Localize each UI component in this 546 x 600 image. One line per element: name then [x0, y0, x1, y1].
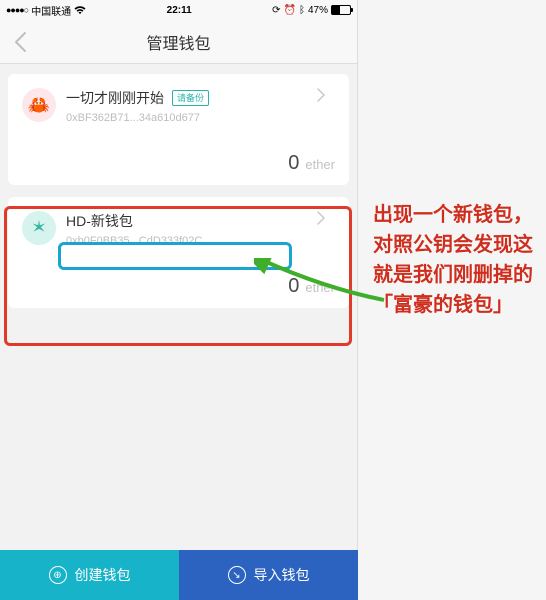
- nav-bar: 管理钱包: [0, 20, 357, 64]
- chevron-right-icon: [317, 88, 335, 102]
- page-title: 管理钱包: [146, 30, 210, 54]
- wallet-address: 0xBF362B71...34a610d677: [66, 112, 307, 124]
- chevron-left-icon: [13, 31, 27, 53]
- wallet-name: 一切才刚刚开始: [66, 88, 164, 108]
- status-bar: ●●●●○ 中国联通 22:11 ⟳ ⏰ ᛒ 47%: [0, 0, 357, 20]
- balance-value: 0: [288, 152, 299, 175]
- annotation-text: 出现一个新钱包，对照公钥会发现这就是我们刚删掉的「富豪的钱包」: [373, 200, 538, 320]
- content-area: 🦀 一切才刚刚开始 请备份 0xBF362B71...34a610d677 0 …: [0, 64, 357, 330]
- wallet-avatar-icon: 🦀: [22, 88, 56, 122]
- chevron-right-icon: [317, 211, 335, 225]
- import-wallet-icon: ↘: [228, 566, 246, 584]
- import-wallet-label: 导入钱包: [254, 565, 310, 585]
- wifi-icon: [74, 6, 86, 15]
- carrier-label: 中国联通: [31, 3, 71, 18]
- wallet-card[interactable]: HD-新钱包 0xb0F0BB35...CdD333f02C 0 ether: [8, 197, 349, 308]
- clock: 22:11: [167, 5, 192, 16]
- balance-unit: ether: [305, 157, 335, 172]
- wallet-avatar-icon: [22, 211, 56, 245]
- import-wallet-button[interactable]: ↘ 导入钱包: [179, 550, 358, 600]
- battery-percent: 47%: [308, 5, 328, 16]
- bottom-bar: ⊕ 创建钱包 ↘ 导入钱包: [0, 550, 358, 600]
- signal-icon: ●●●●○: [6, 5, 28, 15]
- create-wallet-label: 创建钱包: [75, 565, 131, 585]
- rotation-lock-icon: ⟳: [272, 5, 280, 16]
- wallet-address: 0xb0F0BB35...CdD333f02C: [66, 235, 307, 247]
- create-wallet-button[interactable]: ⊕ 创建钱包: [0, 550, 179, 600]
- balance-value: 0: [288, 275, 299, 298]
- balance-unit: ether: [305, 280, 335, 295]
- back-button[interactable]: [8, 30, 32, 54]
- bluetooth-icon: ᛒ: [299, 5, 305, 16]
- wallet-card[interactable]: 🦀 一切才刚刚开始 请备份 0xBF362B71...34a610d677 0 …: [8, 74, 349, 185]
- backup-badge: 请备份: [172, 90, 209, 106]
- battery-icon: [331, 5, 351, 15]
- wallet-name: HD-新钱包: [66, 211, 133, 231]
- alarm-icon: ⏰: [284, 5, 296, 16]
- phone-frame: ●●●●○ 中国联通 22:11 ⟳ ⏰ ᛒ 47% 管理钱包 🦀 一切才: [0, 0, 358, 600]
- create-wallet-icon: ⊕: [49, 566, 67, 584]
